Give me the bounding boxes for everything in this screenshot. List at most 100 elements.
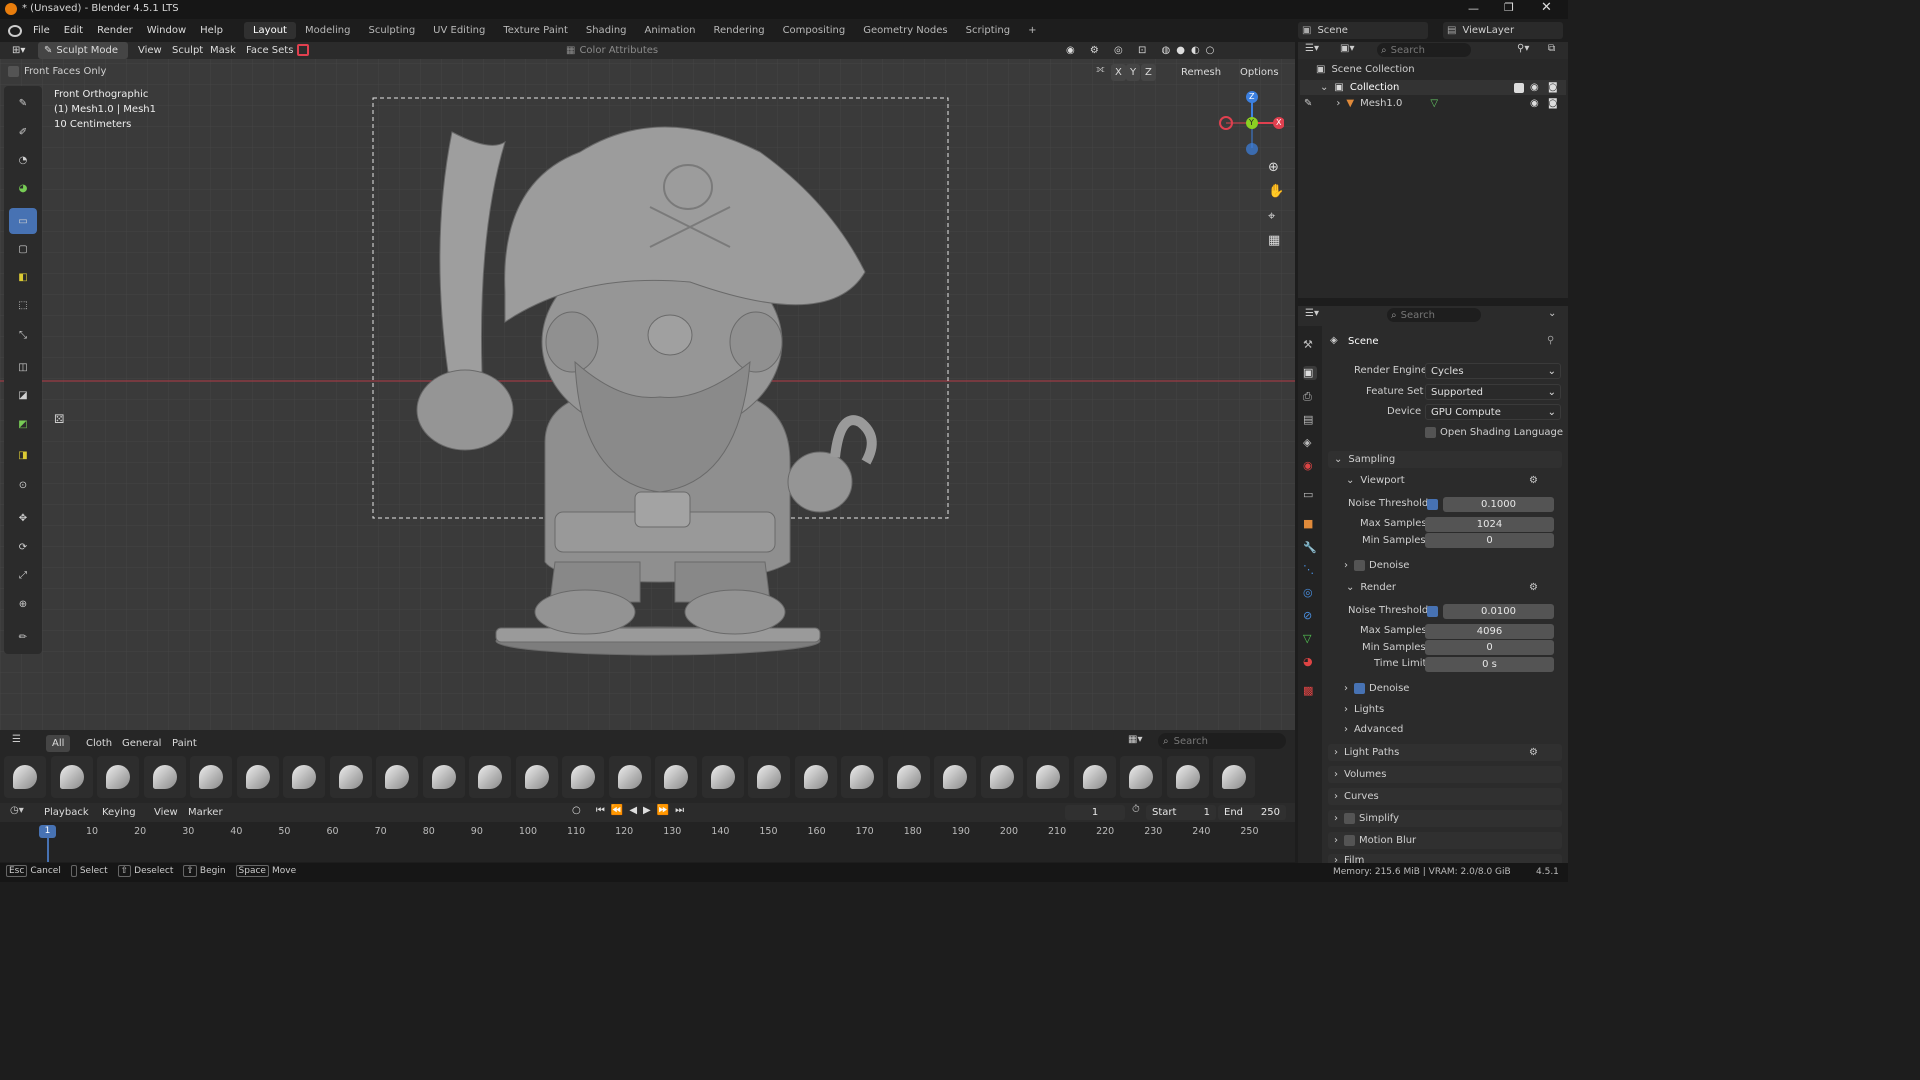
menu-sculpt[interactable]: Sculpt <box>166 42 209 59</box>
tab-texture-paint[interactable]: Texture Paint <box>494 22 577 39</box>
timeline-playhead[interactable]: 1 <box>39 825 56 838</box>
editor-type-icon[interactable]: ⊞▾ <box>6 42 31 59</box>
rotate-tool[interactable]: ⟳ <box>9 534 37 560</box>
vp-max-samples-field[interactable]: 1024 <box>1425 517 1554 532</box>
r-noise-threshold-field[interactable]: 0.0100 <box>1443 604 1554 619</box>
brush-thumbnail[interactable] <box>1073 756 1116 798</box>
texture-tab-icon[interactable]: ▩ <box>1303 684 1317 698</box>
brush-thumbnail[interactable] <box>934 756 976 798</box>
r-denoise-checkbox[interactable] <box>1354 683 1365 694</box>
tool-tab-icon[interactable]: ⚒ <box>1303 338 1317 352</box>
hamburger-icon[interactable]: ☰ <box>12 734 21 745</box>
add-workspace-icon[interactable]: + <box>1019 22 1045 39</box>
line-project-tool[interactable]: ⤡ <box>9 322 37 348</box>
simplify-checkbox[interactable] <box>1344 813 1355 824</box>
device-dropdown[interactable]: GPU Compute ⌄ <box>1425 404 1561 420</box>
maximize-icon[interactable]: ❐ <box>1504 1 1514 14</box>
view-layer-selector[interactable]: ▤ ViewLayer <box>1443 22 1563 39</box>
include-checkbox[interactable] <box>1514 82 1524 93</box>
film-panel[interactable]: › Film <box>1328 854 1562 863</box>
brush-thumbnail[interactable] <box>1166 756 1209 798</box>
color-filter-tool[interactable]: ◩ <box>9 411 37 437</box>
symmetry-z-toggle[interactable]: Z <box>1141 64 1156 81</box>
menu-help[interactable]: Help <box>193 25 230 36</box>
edit-face-set-tool[interactable]: ◨ <box>9 442 37 468</box>
box-hide-tool[interactable]: ▢ <box>9 236 37 262</box>
menu-file[interactable]: File <box>26 25 57 36</box>
sampling-panel-header[interactable]: ⌄ Sampling <box>1328 451 1562 468</box>
render-camera-icon[interactable]: ◙ <box>1548 98 1558 109</box>
brush-thumbnail[interactable] <box>143 756 186 798</box>
lights-subpanel[interactable]: › Lights <box>1344 704 1384 715</box>
timeline-menu-marker[interactable]: Marker <box>182 804 229 821</box>
front-faces-checkbox[interactable] <box>8 66 19 77</box>
transform-tool[interactable]: ⊕ <box>9 591 37 617</box>
r-noise-threshold-checkbox[interactable] <box>1427 606 1438 617</box>
asset-display-icon[interactable]: ▦▾ <box>1128 734 1142 745</box>
simplify-panel[interactable]: › Simplify <box>1328 810 1562 827</box>
vp-noise-threshold-checkbox[interactable] <box>1427 499 1438 510</box>
pin-icon[interactable]: ⚲ <box>1547 335 1554 346</box>
constraints-tab-icon[interactable]: ⊘ <box>1303 609 1317 623</box>
remesh-button[interactable]: Remesh <box>1175 64 1227 81</box>
vp-min-samples-field[interactable]: 0 <box>1425 533 1554 548</box>
viewport-shading-icons[interactable]: ◉ ⚙ ◎ ⊡ ◍●◐○ <box>1060 42 1226 59</box>
properties-search-field[interactable]: ⌕ Search <box>1387 308 1481 322</box>
osl-row[interactable]: Open Shading Language <box>1425 427 1563 438</box>
scene-selector[interactable]: ▣ Scene <box>1298 22 1428 39</box>
brush-thumbnail[interactable] <box>841 756 883 798</box>
motion-blur-checkbox[interactable] <box>1344 835 1355 846</box>
playback-controls[interactable]: ○ ⏮⏪◀▶⏩⏭ <box>572 805 690 816</box>
scale-tool[interactable]: ⤢ <box>9 562 37 588</box>
menu-window[interactable]: Window <box>140 25 193 36</box>
brush-thumbnail[interactable] <box>748 756 790 798</box>
tab-layout[interactable]: Layout <box>243 22 296 39</box>
brush-thumbnail[interactable] <box>608 756 651 798</box>
sculpt-mode-icon[interactable]: ✎ <box>1304 98 1312 109</box>
tab-uv-editing[interactable]: UV Editing <box>424 22 494 39</box>
r-time-limit-field[interactable]: 0 s <box>1425 657 1554 672</box>
pan-hand-icon[interactable]: ✋ <box>1268 184 1284 199</box>
options-button[interactable]: Options <box>1234 64 1285 81</box>
ortho-toggle-icon[interactable]: ▦ <box>1268 233 1280 248</box>
box-mask-tool[interactable]: ▭ <box>9 208 37 234</box>
menu-face-sets[interactable]: Face Sets <box>240 42 299 59</box>
start-frame-field[interactable]: Start 1 <box>1146 805 1216 820</box>
expand-arrow-icon[interactable]: ⌄ <box>1320 82 1328 93</box>
outliner-row-collection[interactable]: ⌄ ▣ Collection ◉ ◙ <box>1300 80 1566 95</box>
viewport-subpanel-header[interactable]: ⌄ Viewport ⚙ <box>1340 472 1562 488</box>
brush-thumbnail[interactable] <box>422 756 465 798</box>
tool-settings-icon[interactable]: ⚄ <box>54 412 64 426</box>
brush-thumbnail[interactable] <box>469 756 511 798</box>
asset-search-field[interactable]: ⌕ Search <box>1158 733 1286 749</box>
particles-tab-icon[interactable]: ⋱ <box>1303 563 1317 577</box>
tab-rendering[interactable]: Rendering <box>704 22 773 39</box>
brush-thumbnail[interactable] <box>283 756 325 798</box>
render-camera-icon[interactable]: ◙ <box>1548 82 1558 93</box>
expand-arrow-icon[interactable]: › <box>1336 98 1340 109</box>
render-engine-dropdown[interactable]: Cycles ⌄ <box>1425 363 1561 379</box>
light-paths-panel[interactable]: › Light Paths ⚙ <box>1328 744 1562 761</box>
r-denoise-subpanel[interactable]: › Denoise <box>1344 683 1409 694</box>
volumes-panel[interactable]: › Volumes <box>1328 766 1562 783</box>
symmetry-x-toggle[interactable]: X <box>1111 64 1126 81</box>
r-max-samples-field[interactable]: 4096 <box>1425 624 1554 639</box>
asset-tab-all[interactable]: All <box>46 735 71 752</box>
color-attributes-selector[interactable]: ▦ Color Attributes <box>560 42 664 59</box>
brush-thumbnail[interactable] <box>4 756 46 798</box>
timeline-editor-icon[interactable]: ◷▾ <box>10 805 24 816</box>
brush-thumbnail[interactable] <box>190 756 232 798</box>
r-min-samples-field[interactable]: 0 <box>1425 640 1554 655</box>
vp-denoise-subpanel[interactable]: › Denoise <box>1344 560 1409 571</box>
brush-thumbnail[interactable] <box>1120 756 1162 798</box>
brush-thumbnail[interactable] <box>794 756 837 798</box>
eye-icon[interactable]: ◉ <box>1530 98 1539 109</box>
brush-thumbnail[interactable] <box>887 756 930 798</box>
face-sets-icon[interactable] <box>297 44 309 56</box>
brush-thumbnail[interactable] <box>1213 756 1255 798</box>
new-collection-icon[interactable]: ⧉ <box>1548 43 1555 54</box>
camera-view-icon[interactable]: ⌖ <box>1268 209 1275 224</box>
tab-geometry-nodes[interactable]: Geometry Nodes <box>854 22 956 39</box>
tab-animation[interactable]: Animation <box>636 22 705 39</box>
annotate-tool[interactable]: ✏ <box>9 624 37 650</box>
